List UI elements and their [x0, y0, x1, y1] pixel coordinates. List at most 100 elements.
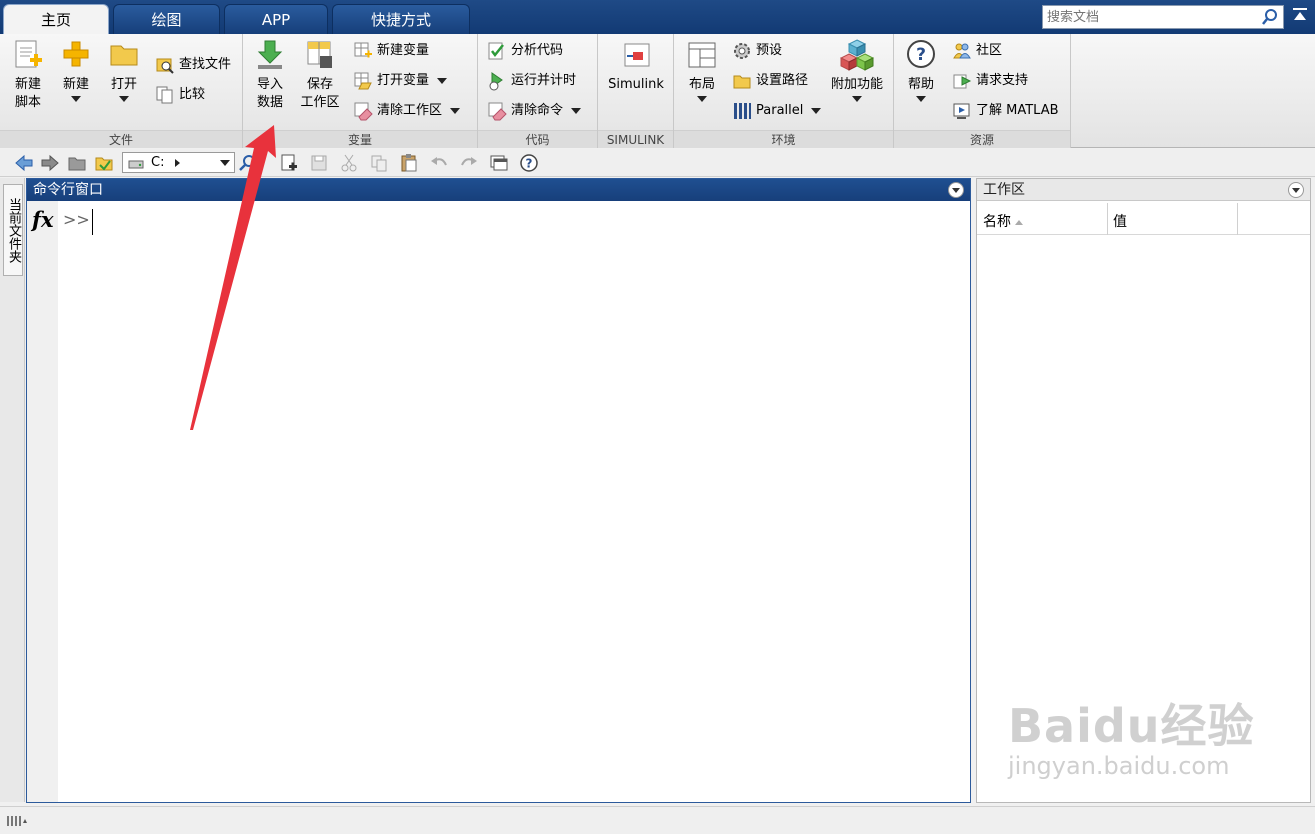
help-button[interactable]: ? 帮助: [901, 38, 941, 102]
group-resources: ? 帮助 社区 请求支持 了解 MATLAB 资源: [894, 34, 1071, 148]
up-folder-icon[interactable]: [67, 153, 87, 173]
watermark-logo: Baidu经验: [1008, 699, 1255, 753]
new-script-icon: [15, 40, 42, 68]
tab-plots[interactable]: 绘图: [113, 4, 220, 34]
preferences-label: 预设: [756, 43, 783, 58]
address-toolbar: C: ?: [0, 149, 1315, 177]
clear-workspace-button[interactable]: 清除工作区: [353, 100, 461, 122]
parallel-button[interactable]: Parallel: [732, 100, 822, 122]
value-column-header[interactable]: 值: [1113, 211, 1127, 231]
new-variable-label: 新建变量: [377, 43, 430, 58]
open-variable-label: 打开变量: [377, 73, 430, 88]
function-browser-icon[interactable]: fx: [32, 207, 54, 232]
copy-icon: [371, 155, 387, 172]
addons-icon: [840, 39, 874, 71]
new-variable-button[interactable]: 新建变量: [353, 40, 429, 62]
community-icon: [953, 43, 971, 58]
path-search-icon[interactable]: [238, 153, 258, 173]
preferences-button[interactable]: 预设: [732, 40, 782, 62]
search-icon[interactable]: [1261, 8, 1279, 26]
group-environment-label: 环境: [674, 130, 893, 148]
analyze-code-label: 分析代码: [511, 43, 564, 58]
paste-icon[interactable]: [399, 153, 419, 173]
new-file-icon[interactable]: [279, 153, 299, 173]
command-input[interactable]: [92, 209, 93, 235]
back-arrow-icon[interactable]: [14, 153, 34, 173]
column-divider[interactable]: [1107, 203, 1108, 235]
layout-dropdown-icon[interactable]: [697, 96, 707, 102]
group-variable-label: 变量: [243, 130, 477, 148]
status-bar: [0, 806, 1315, 834]
group-file-label: 文件: [0, 130, 242, 148]
clear-commands-label: 清除命令: [511, 103, 564, 118]
open-variable-button[interactable]: 打开变量: [353, 70, 448, 92]
tab-shortcuts[interactable]: 快捷方式: [332, 4, 470, 34]
name-column-header[interactable]: 名称: [983, 211, 1023, 231]
open-variable-dropdown-icon[interactable]: [437, 77, 448, 84]
workspace-menu-icon[interactable]: [1288, 182, 1304, 198]
path-dropdown-icon[interactable]: [220, 160, 230, 166]
analyze-code-icon: [488, 42, 504, 59]
clear-commands-dropdown-icon[interactable]: [571, 107, 582, 114]
switch-windows-icon[interactable]: [489, 153, 509, 173]
gear-icon: [734, 42, 750, 59]
simulink-icon: [624, 43, 650, 67]
watermark: Baidu经验 jingyan.baidu.com: [1008, 690, 1255, 780]
addons-button[interactable]: 附加功能: [828, 38, 886, 102]
help-toolbar-icon[interactable]: ?: [519, 153, 539, 173]
new-label: 新建: [62, 77, 89, 92]
request-support-button[interactable]: 请求支持: [952, 70, 1028, 92]
current-path-field[interactable]: C:: [122, 152, 235, 173]
forward-arrow-icon[interactable]: [40, 153, 60, 173]
name-column-label: 名称: [983, 214, 1011, 230]
search-input[interactable]: [1043, 6, 1253, 28]
command-window-menu-icon[interactable]: [948, 182, 964, 198]
tab-apps[interactable]: APP: [224, 4, 328, 34]
command-window-gutter: [27, 201, 58, 802]
help-label: 帮助: [907, 77, 934, 92]
search-box[interactable]: [1042, 5, 1284, 29]
compare-button[interactable]: 比较: [155, 84, 205, 106]
group-variable: 导入 数据 保存 工作区 新建变量 打开变量 清除工作区 变量: [243, 34, 478, 148]
sort-ascending-icon: [1015, 219, 1023, 225]
group-environment: 布局 预设 设置路径 Parallel 附加功能 环境: [674, 34, 894, 148]
current-folder-tab[interactable]: 当前文件夹: [3, 184, 23, 276]
clear-workspace-dropdown-icon[interactable]: [450, 107, 461, 114]
new-dropdown-icon[interactable]: [71, 96, 81, 102]
command-window-title: 命令行窗口: [33, 182, 103, 198]
open-button[interactable]: 打开: [104, 38, 144, 102]
group-simulink-label: SIMULINK: [598, 130, 673, 148]
cut-icon: [341, 154, 357, 172]
import-data-button[interactable]: 导入 数据: [249, 38, 291, 112]
open-dropdown-icon[interactable]: [119, 96, 129, 102]
community-button[interactable]: 社区: [952, 40, 1002, 62]
set-path-button[interactable]: 设置路径: [732, 70, 808, 92]
browse-folder-icon[interactable]: [94, 153, 114, 173]
layout-button[interactable]: 布局: [682, 38, 722, 102]
learn-matlab-label: 了解 MATLAB: [976, 103, 1059, 118]
learn-matlab-button[interactable]: 了解 MATLAB: [952, 100, 1059, 122]
workspace-table-header: 名称 值: [977, 203, 1310, 235]
run-time-icon: [489, 71, 503, 90]
parallel-label: Parallel: [756, 103, 804, 118]
status-grip-icon[interactable]: [6, 815, 28, 827]
collapse-ribbon-icon[interactable]: [1290, 6, 1310, 28]
column-divider[interactable]: [1237, 203, 1238, 235]
workspace-title: 工作区: [983, 182, 1025, 198]
group-code: 分析代码 运行并计时 清除命令 代码: [478, 34, 598, 148]
help-icon: ?: [907, 40, 935, 68]
simulink-button[interactable]: Simulink: [606, 38, 666, 94]
help-dropdown-icon[interactable]: [916, 96, 926, 102]
save-workspace-button[interactable]: 保存 工作区: [297, 38, 343, 112]
ribbon: 新建 脚本 新建 打开 查找文件 比较 文件 导入 数据 保存 工作区 新建变量…: [0, 34, 1315, 148]
find-files-button[interactable]: 查找文件: [155, 54, 231, 76]
run-and-time-button[interactable]: 运行并计时: [487, 70, 576, 92]
parallel-dropdown-icon[interactable]: [811, 107, 822, 114]
new-button[interactable]: 新建: [56, 38, 96, 102]
tab-home[interactable]: 主页: [3, 4, 109, 35]
clear-commands-button[interactable]: 清除命令: [487, 100, 582, 122]
new-script-button[interactable]: 新建 脚本: [6, 38, 50, 112]
addons-dropdown-icon[interactable]: [852, 96, 862, 102]
save-workspace-label: 保存 工作区: [300, 77, 340, 110]
analyze-code-button[interactable]: 分析代码: [487, 40, 563, 62]
